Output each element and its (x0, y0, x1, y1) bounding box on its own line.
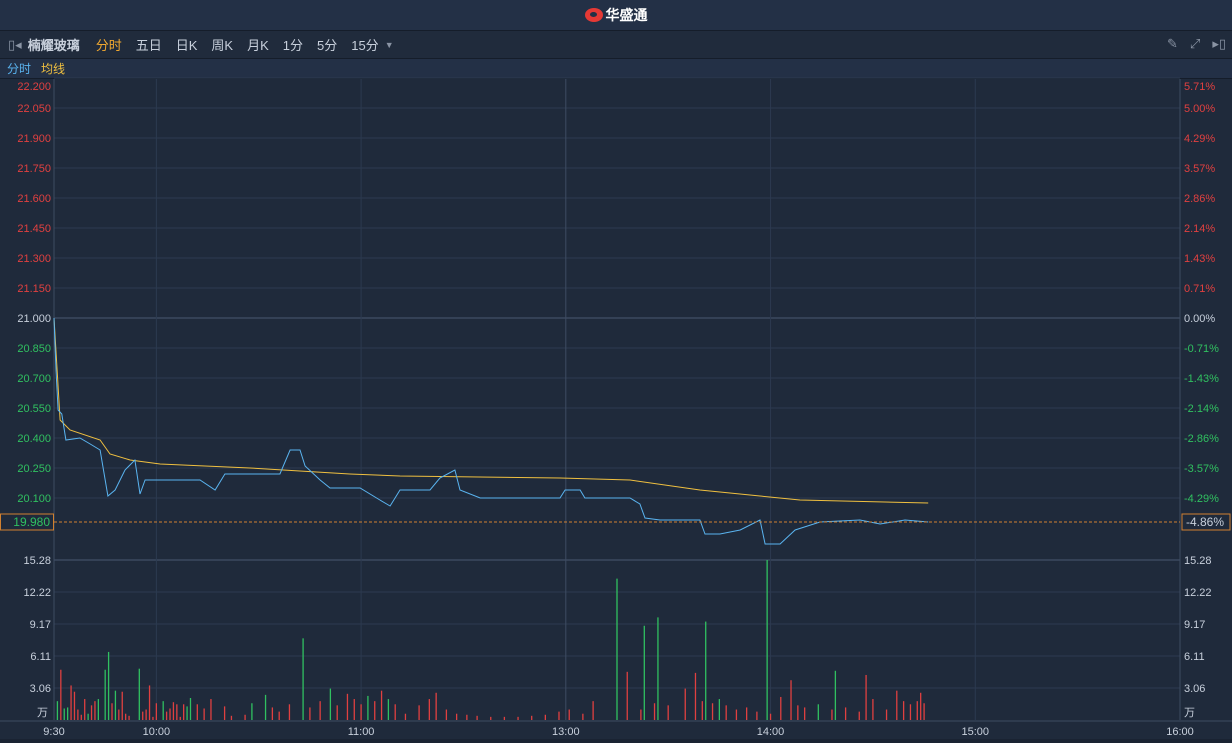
price-tick-label: 21.450 (17, 223, 51, 235)
pct-tick-label: 1.43% (1184, 253, 1215, 265)
pct-tick-label: -3.57% (1184, 463, 1219, 475)
pct-tick-label: 0.71% (1184, 283, 1215, 295)
price-tick-label: 21.150 (17, 283, 51, 295)
intraday-chart[interactable]: 22.200 5.71% 22.050 5.00% 21.900 4.29% 21.750 3… (0, 0, 1232, 743)
pct-tick-label: 2.14% (1184, 223, 1215, 235)
price-tick-label: 21.000 (17, 313, 51, 325)
price-tick-label: 20.550 (17, 403, 51, 415)
price-tick-label: 21.750 (17, 163, 51, 175)
time-tick-label: 10:00 (143, 726, 171, 738)
price-tick-label: 20.700 (17, 373, 51, 385)
pct-tick-label: 3.57% (1184, 163, 1215, 175)
pct-tick-label: -0.71% (1184, 343, 1219, 355)
volume-tick-label: 9.17 (30, 619, 51, 631)
price-tick-label: 22.050 (17, 103, 51, 115)
volume-tick-label-right: 15.28 (1184, 555, 1212, 567)
pct-tick-label: -2.86% (1184, 433, 1219, 445)
footer-bar (0, 739, 1232, 743)
time-tick-label: 13:00 (552, 726, 580, 738)
chart-background (0, 79, 1232, 739)
pct-tick-label: -1.43% (1184, 373, 1219, 385)
volume-tick-label: 12.22 (23, 587, 51, 599)
price-tick-label: 21.900 (17, 133, 51, 145)
current-price-label: 19.980 (13, 515, 50, 529)
volume-tick-label-right: 9.17 (1184, 619, 1205, 631)
time-tick-label: 15:00 (962, 726, 990, 738)
time-tick-label: 14:00 (757, 726, 785, 738)
volume-unit-label-right: 万 (1184, 707, 1195, 719)
price-tick-label: 21.300 (17, 253, 51, 265)
pct-tick-label: 5.00% (1184, 103, 1215, 115)
price-tick-label: 21.600 (17, 193, 51, 205)
pct-tick-label: 0.00% (1184, 313, 1215, 325)
pct-tick-label: -2.14% (1184, 403, 1219, 415)
pct-tick-label: 2.86% (1184, 193, 1215, 205)
volume-tick-label-right: 12.22 (1184, 587, 1212, 599)
volume-tick-label: 3.06 (30, 683, 51, 695)
price-tick-label: 20.850 (17, 343, 51, 355)
volume-tick-label: 6.11 (30, 651, 51, 663)
volume-tick-label-right: 3.06 (1184, 683, 1205, 695)
time-tick-label: 11:00 (348, 726, 375, 738)
volume-unit-label: 万 (37, 707, 48, 719)
time-tick-label: 9:30 (43, 726, 64, 738)
pct-tick-label: -4.29% (1184, 493, 1219, 505)
price-tick-label: 20.100 (17, 493, 51, 505)
price-tick-label: 22.200 (17, 81, 51, 93)
time-tick-label: 16:00 (1166, 726, 1194, 738)
pct-tick-label: 4.29% (1184, 133, 1215, 145)
volume-tick-label: 15.28 (23, 555, 51, 567)
volume-tick-label-right: 6.11 (1184, 651, 1205, 663)
price-tick-label: 20.400 (17, 433, 51, 445)
pct-tick-label: 5.71% (1184, 81, 1215, 93)
price-tick-label: 20.250 (17, 463, 51, 475)
current-change-label: -4.86% (1186, 515, 1224, 529)
